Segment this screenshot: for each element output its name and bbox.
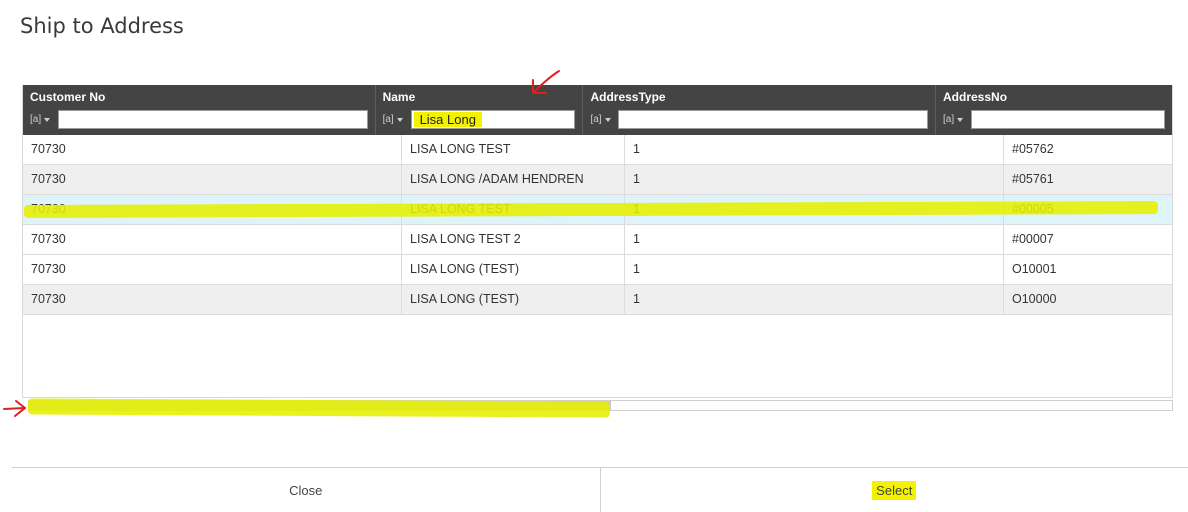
filter-type-toggle[interactable]: [a] bbox=[943, 114, 971, 125]
chevron-down-icon bbox=[396, 117, 403, 122]
customer-no-filter-input[interactable] bbox=[58, 110, 368, 129]
cell-name: LISA LONG TEST 2 bbox=[402, 225, 625, 254]
filter-type-toggle[interactable]: [a] bbox=[30, 114, 58, 125]
chevron-down-icon bbox=[604, 117, 611, 122]
table-row-selected[interactable]: 70730 LISA LONG TEST 1 #00005 bbox=[23, 195, 1172, 225]
chevron-down-icon bbox=[44, 117, 51, 122]
cell-address-no: #05761 bbox=[1012, 172, 1054, 186]
close-button-label: Close bbox=[289, 482, 323, 498]
filter-type-icon: [a] bbox=[943, 114, 955, 125]
filter-row: [a] bbox=[943, 110, 1166, 129]
cell-customer-no: 70730 bbox=[23, 135, 402, 164]
close-button[interactable]: Close bbox=[12, 468, 601, 512]
cell-name: LISA LONG TEST bbox=[402, 195, 625, 224]
column-header-customer-no[interactable]: Customer No [a] bbox=[23, 85, 376, 135]
name-filter-input[interactable]: Lisa Long bbox=[410, 110, 576, 129]
cell-address-type: 1 bbox=[625, 255, 1004, 284]
address-grid: Customer No [a] Name [a] Lisa Long Addre… bbox=[22, 85, 1173, 398]
filter-row: [a] Lisa Long bbox=[383, 110, 576, 129]
chevron-down-icon bbox=[957, 117, 964, 122]
filter-row: [a] bbox=[590, 110, 929, 129]
table-row[interactable]: 70730 LISA LONG TEST 2 1 #00007 bbox=[23, 225, 1172, 255]
cell-address-no: #00007 bbox=[1012, 232, 1054, 246]
cell-customer-no: 70730 bbox=[23, 195, 402, 224]
table-row[interactable]: 70730 LISA LONG (TEST) 1 O10000 bbox=[23, 285, 1172, 315]
cell-name: LISA LONG (TEST) bbox=[402, 255, 625, 284]
filter-type-icon: [a] bbox=[30, 114, 42, 125]
cell-address-type: 1 bbox=[625, 195, 1004, 224]
dialog-title: Ship to Address bbox=[20, 14, 184, 38]
cell-customer-no: 70730 bbox=[23, 285, 402, 314]
filter-type-icon: [a] bbox=[382, 114, 394, 125]
grid-header: Customer No [a] Name [a] Lisa Long Addre… bbox=[23, 85, 1172, 135]
cell-address-type: 1 bbox=[625, 165, 1004, 194]
filter-type-toggle[interactable]: [a] bbox=[590, 114, 618, 125]
cell-address-type: 1 bbox=[625, 285, 1004, 314]
grid-body: 70730 LISA LONG TEST 1 #05762 70730 LISA… bbox=[23, 135, 1172, 315]
name-filter-value: Lisa Long bbox=[413, 112, 482, 127]
table-row[interactable]: 70730 LISA LONG TEST 1 #05762 bbox=[23, 135, 1172, 165]
cell-address-no: #00005 bbox=[1012, 202, 1054, 216]
filter-row: [a] bbox=[30, 110, 368, 129]
scrollbar-thumb[interactable] bbox=[29, 401, 611, 410]
cell-address-no: #05762 bbox=[1012, 142, 1054, 156]
cell-name: LISA LONG TEST bbox=[402, 135, 625, 164]
cell-name: LISA LONG (TEST) bbox=[402, 285, 625, 314]
address-type-filter-input[interactable] bbox=[618, 110, 929, 129]
cell-address-type: 1 bbox=[625, 135, 1004, 164]
column-label: AddressType bbox=[590, 90, 666, 104]
column-label: Customer No bbox=[30, 90, 106, 104]
cell-customer-no: 70730 bbox=[23, 255, 402, 284]
cell-name: LISA LONG /ADAM HENDREN bbox=[402, 165, 625, 194]
column-label: Name bbox=[382, 90, 416, 104]
cell-customer-no: 70730 bbox=[23, 225, 402, 254]
horizontal-scrollbar[interactable] bbox=[28, 400, 1173, 411]
select-button[interactable]: Select bbox=[600, 468, 1188, 512]
table-row[interactable]: 70730 LISA LONG (TEST) 1 O10001 bbox=[23, 255, 1172, 285]
column-header-address-type[interactable]: AddressType [a] bbox=[583, 85, 937, 135]
cell-customer-no: 70730 bbox=[23, 165, 402, 194]
filter-type-toggle[interactable]: [a] bbox=[383, 114, 411, 125]
select-button-label: Select bbox=[872, 480, 917, 500]
cell-address-no: O10000 bbox=[1012, 292, 1057, 306]
cell-address-type: 1 bbox=[625, 225, 1004, 254]
column-label: AddressNo bbox=[943, 90, 1008, 104]
address-no-filter-input[interactable] bbox=[971, 110, 1166, 129]
dialog-footer: Close Select bbox=[12, 467, 1188, 512]
filter-type-icon: [a] bbox=[590, 114, 602, 125]
table-row[interactable]: 70730 LISA LONG /ADAM HENDREN 1 #05761 bbox=[23, 165, 1172, 195]
annotation-arrow-icon bbox=[3, 400, 26, 417]
column-header-name[interactable]: Name [a] Lisa Long bbox=[376, 85, 584, 135]
cell-address-no: O10001 bbox=[1012, 262, 1057, 276]
column-header-address-no[interactable]: AddressNo [a] bbox=[936, 85, 1172, 135]
